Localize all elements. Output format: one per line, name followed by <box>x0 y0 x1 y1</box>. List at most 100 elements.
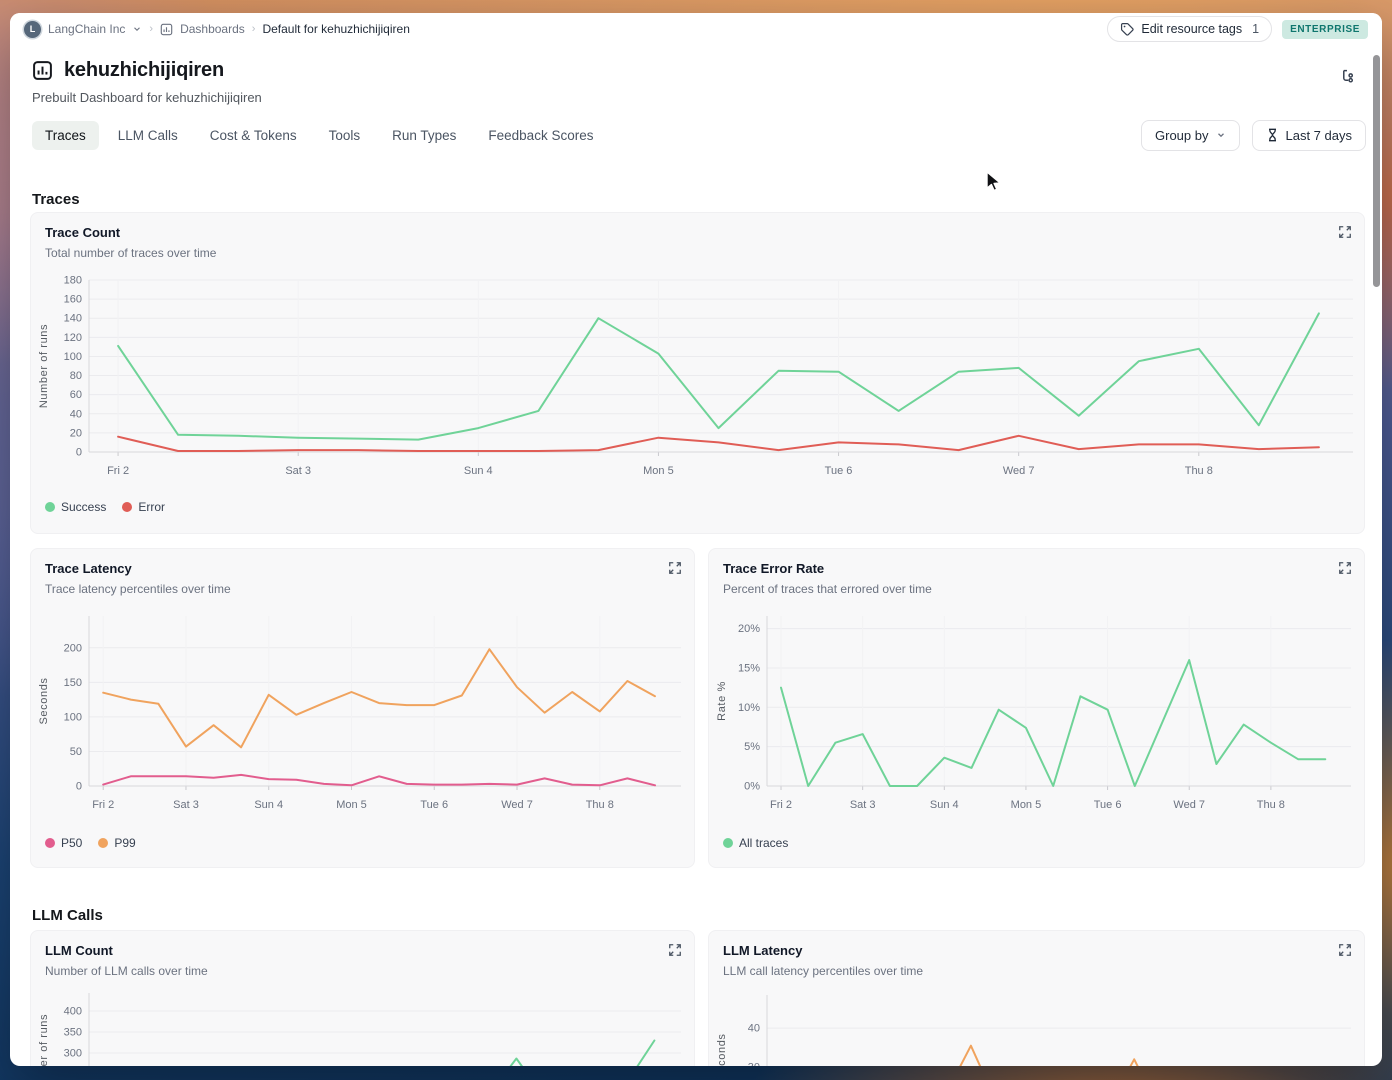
expand-icon[interactable] <box>668 943 682 962</box>
breadcrumb-dashboards[interactable]: Dashboards <box>180 22 245 36</box>
expand-icon[interactable] <box>1338 225 1352 244</box>
svg-text:150: 150 <box>64 677 82 689</box>
card-title: Trace Count <box>45 225 121 240</box>
dashboard-chart-icon <box>32 60 53 81</box>
breadcrumb-separator: › <box>149 23 154 35</box>
card-trace-count: Trace Count Total number of traces over … <box>30 212 1365 534</box>
svg-text:Wed 7: Wed 7 <box>1173 799 1205 811</box>
svg-text:Sat 3: Sat 3 <box>285 465 311 477</box>
svg-text:Number of runs: Number of runs <box>38 324 50 408</box>
svg-text:100: 100 <box>64 711 82 723</box>
tab-cost-tokens[interactable]: Cost & Tokens <box>197 121 310 150</box>
legend-item-p99[interactable]: P99 <box>98 836 136 850</box>
svg-text:Thu 8: Thu 8 <box>1257 799 1285 811</box>
trace-latency-chart[interactable]: 0 50 100 150 200 Fri 2 Sat 3 Sun 4 Mon 5 Tue 6 Wed… <box>31 611 696 833</box>
svg-text:Fri 2: Fri 2 <box>107 465 129 477</box>
p99-dot <box>98 838 109 848</box>
svg-text:Number of runs: Number of runs <box>38 1014 50 1066</box>
svg-text:Seconds: Seconds <box>38 677 50 724</box>
card-subtitle: Trace latency percentiles over time <box>45 582 231 596</box>
svg-text:Thu 8: Thu 8 <box>586 799 614 811</box>
app-window: L LangChain Inc › Dashboards › Default f… <box>10 13 1382 1066</box>
svg-text:120: 120 <box>64 332 82 344</box>
svg-text:20: 20 <box>70 427 82 439</box>
chevron-down-icon[interactable] <box>132 24 142 34</box>
svg-text:300: 300 <box>64 1048 82 1060</box>
trace-latency-legend: P50 P99 <box>45 836 136 850</box>
card-llm-latency: LLM Latency LLM call latency percentiles… <box>708 930 1365 1066</box>
card-trace-latency: Trace Latency Trace latency percentiles … <box>30 548 695 868</box>
svg-text:350: 350 <box>64 1027 82 1039</box>
tab-feedback-scores[interactable]: Feedback Scores <box>475 121 606 150</box>
tab-tools[interactable]: Tools <box>316 121 374 150</box>
svg-text:Sat 3: Sat 3 <box>850 799 876 811</box>
edit-resource-tags-label: Edit resource tags <box>1141 22 1243 36</box>
svg-text:60: 60 <box>70 389 82 401</box>
edit-resource-tags-count: 1 <box>1252 22 1260 36</box>
llm-latency-chart[interactable]: 30 40 Seconds <box>709 989 1366 1066</box>
svg-text:0: 0 <box>76 447 82 459</box>
svg-text:Tue 6: Tue 6 <box>825 465 853 477</box>
svg-text:Mon 5: Mon 5 <box>643 465 674 477</box>
topbar-right: Edit resource tags 1 ENTERPRISE <box>1107 16 1368 42</box>
expand-icon[interactable] <box>1338 561 1352 580</box>
svg-text:Mon 5: Mon 5 <box>1011 799 1042 811</box>
legend-item-success[interactable]: Success <box>45 500 106 514</box>
svg-text:Sun 4: Sun 4 <box>464 465 493 477</box>
error-dot <box>122 502 133 512</box>
svg-text:400: 400 <box>64 1006 82 1018</box>
legend-item-all-traces[interactable]: All traces <box>723 836 788 850</box>
tabs-row: Traces LLM Calls Cost & Tokens Tools Run… <box>32 117 1366 153</box>
svg-text:Seconds: Seconds <box>716 1033 728 1066</box>
svg-text:30: 30 <box>748 1062 760 1066</box>
breadcrumb-current: Default for kehuzhichijiqiren <box>262 22 410 36</box>
group-by-label: Group by <box>1155 127 1209 143</box>
legend-item-p50[interactable]: P50 <box>45 836 82 850</box>
legend-item-error[interactable]: Error <box>122 500 165 514</box>
breadcrumb-separator: › <box>251 23 256 35</box>
group-by-button[interactable]: Group by <box>1141 119 1240 151</box>
tab-llm-calls[interactable]: LLM Calls <box>105 121 191 150</box>
tab-traces[interactable]: Traces <box>32 120 99 150</box>
scrollbar-thumb[interactable] <box>1373 55 1380 287</box>
svg-text:50: 50 <box>70 746 82 758</box>
dashboard-icon <box>160 23 173 36</box>
expand-icon[interactable] <box>668 561 682 580</box>
card-subtitle: Total number of traces over time <box>45 246 217 260</box>
svg-text:160: 160 <box>64 294 82 306</box>
card-subtitle: Percent of traces that errored over time <box>723 582 932 596</box>
p50-dot <box>45 838 55 848</box>
svg-text:80: 80 <box>70 370 82 382</box>
svg-text:Thu 8: Thu 8 <box>1185 465 1213 477</box>
trace-count-legend: Success Error <box>45 500 165 514</box>
svg-text:Sun 4: Sun 4 <box>254 799 283 811</box>
card-subtitle: Number of LLM calls over time <box>45 964 208 978</box>
flow-tree-icon-button[interactable] <box>1339 68 1356 90</box>
tab-run-types[interactable]: Run Types <box>379 121 469 150</box>
expand-icon[interactable] <box>1338 943 1352 962</box>
svg-text:Rate %: Rate % <box>716 681 728 721</box>
trace-error-rate-chart[interactable]: 0% 5% 10% 15% 20% Fri 2 Sat 3 Sun 4 Mon 5 Tue 6 We… <box>709 611 1366 833</box>
svg-text:Tue 6: Tue 6 <box>1094 799 1122 811</box>
page-header: kehuzhichijiqiren Prebuilt Dashboard for… <box>32 59 262 105</box>
edit-resource-tags-button[interactable]: Edit resource tags 1 <box>1107 16 1273 42</box>
svg-text:Sat 3: Sat 3 <box>173 799 199 811</box>
section-heading-llm-calls: LLM Calls <box>32 907 103 924</box>
date-range-button[interactable]: Last 7 days <box>1251 119 1366 151</box>
breadcrumb-org[interactable]: LangChain Inc <box>48 22 125 36</box>
card-llm-count: LLM Count Number of LLM calls over time … <box>30 930 695 1066</box>
svg-text:Wed 7: Wed 7 <box>501 799 533 811</box>
svg-text:Fri 2: Fri 2 <box>92 799 114 811</box>
svg-text:0%: 0% <box>744 781 760 793</box>
svg-text:40: 40 <box>70 408 82 420</box>
page-title: kehuzhichijiqiren <box>64 59 224 81</box>
org-avatar[interactable]: L <box>24 20 41 38</box>
llm-count-chart[interactable]: 250300350400Number of runs <box>31 989 696 1066</box>
svg-text:140: 140 <box>64 313 82 325</box>
trace-count-chart[interactable]: 0 20 40 60 80 100 120 140 160 180 Fri 2 Sat 3 Sun 4 M… <box>31 271 1366 497</box>
breadcrumb: L LangChain Inc › Dashboards › Default f… <box>24 20 410 38</box>
svg-text:200: 200 <box>64 642 82 654</box>
section-heading-traces: Traces <box>32 191 80 208</box>
hourglass-icon <box>1266 128 1279 142</box>
tabs: Traces LLM Calls Cost & Tokens Tools Run… <box>32 120 606 150</box>
